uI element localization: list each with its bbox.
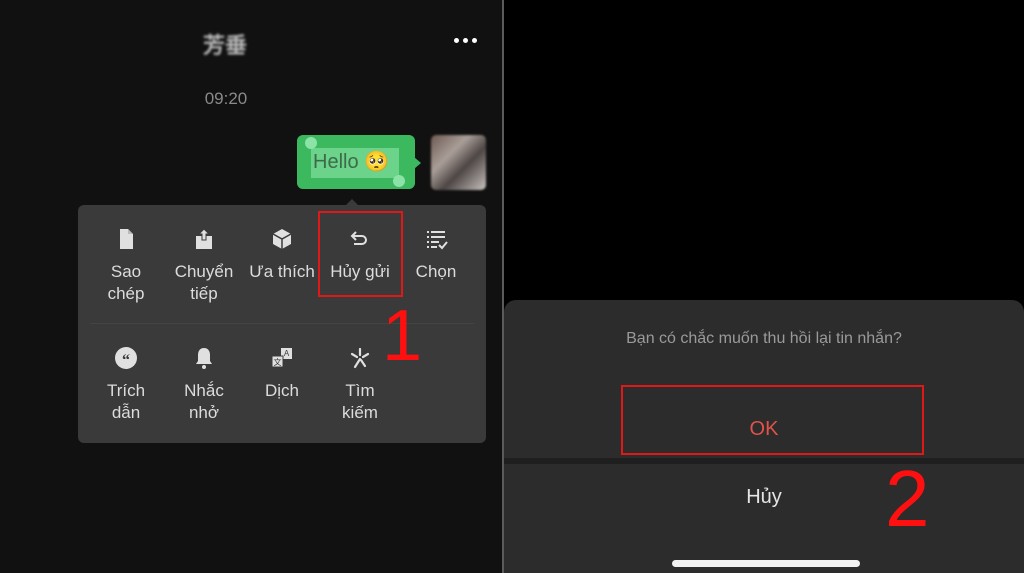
menu-label: Trích [106, 381, 146, 400]
favorite-icon [242, 227, 322, 257]
message-bubble[interactable]: Hello 🥺 [297, 135, 421, 189]
dot [471, 37, 477, 43]
quote-icon: “ [86, 346, 166, 376]
menu-label: nhở [188, 403, 220, 422]
menu-label: Tìm [345, 381, 375, 400]
step-number-1: 1 [382, 296, 423, 376]
menu-label: Dịch [264, 381, 299, 400]
svg-text:文: 文 [274, 357, 282, 367]
menu-item-remind[interactable]: Nhắc nhở [164, 346, 244, 424]
confirm-question: Bạn có chắc muốn thu hồi lại tin nhắn? [626, 330, 902, 347]
avatar[interactable] [431, 135, 486, 190]
message-text: Hello 🥺 [313, 149, 389, 174]
bell-icon [164, 346, 244, 376]
menu-label: Chuyển [174, 262, 234, 281]
message-timestamp: 09:20 [204, 89, 248, 108]
menu-item-copy[interactable]: Sao chép [86, 227, 166, 305]
svg-text:“: “ [122, 352, 130, 369]
menu-item-translate[interactable]: 文A Dịch [242, 346, 322, 402]
copy-icon [86, 227, 166, 257]
menu-label: kiếm [342, 403, 378, 422]
menu-label: Nhắc [184, 381, 224, 400]
menu-item-quote[interactable]: “ Trích dẫn [86, 346, 166, 424]
forward-icon [164, 227, 244, 257]
translate-icon: 文A [242, 346, 322, 376]
selection-handle-start[interactable] [305, 137, 317, 149]
home-indicator[interactable] [672, 560, 860, 567]
left-screen: 芳垂 09:20 Hello 🥺 Sao chép Chuyển tiếp Ưa… [0, 0, 502, 573]
menu-label: chép [107, 284, 145, 303]
chat-title: 芳垂 [202, 33, 247, 58]
step-number-2: 2 [885, 454, 930, 543]
menu-item-select[interactable]: Chọn [396, 227, 476, 283]
menu-label: tiếp [190, 284, 218, 303]
emoji: 🥺 [364, 151, 390, 173]
dot [462, 37, 468, 43]
svg-text:A: A [284, 349, 290, 358]
select-icon [396, 227, 476, 257]
menu-label: Chọn [415, 262, 457, 281]
menu-label: dẫn [111, 403, 141, 422]
menu-label: Ưa thích [249, 262, 315, 281]
more-horizontal-icon [453, 37, 459, 43]
cancel-button[interactable]: Hủy [504, 464, 1024, 534]
message-text-content: Hello [313, 151, 359, 173]
message-context-menu: Sao chép Chuyển tiếp Ưa thích Hủy gửi Ch… [78, 199, 486, 443]
highlight-box-ok [621, 385, 924, 455]
menu-label: Sao [110, 262, 142, 281]
highlight-box-unsend [318, 211, 403, 297]
menu-item-forward[interactable]: Chuyển tiếp [164, 227, 244, 305]
menu-item-favorite[interactable]: Ưa thích [242, 227, 322, 283]
selection-handle-end[interactable] [393, 175, 405, 187]
more-options-button[interactable] [450, 32, 480, 48]
